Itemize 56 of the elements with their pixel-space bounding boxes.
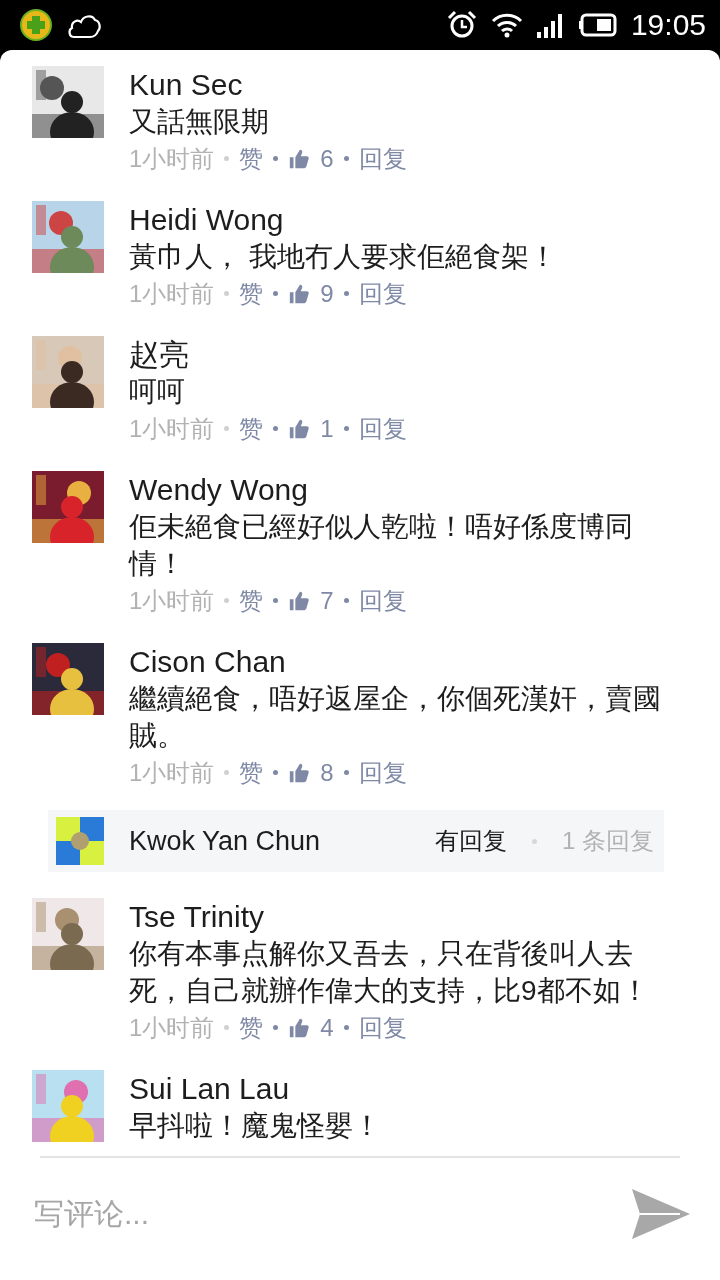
send-icon[interactable] [632,1189,690,1239]
comment-time: 1小时前 [129,413,215,444]
like-count: 6 [320,144,334,173]
comment-input[interactable]: 写评论... [32,1196,632,1232]
commenter-name[interactable]: Sui Lan Lau [129,1070,664,1107]
thumbs-up-icon [288,589,311,612]
reply-count: 1 条回复 [562,826,654,856]
comment-time: 1小时前 [129,278,215,309]
comment-text: 早抖啦！魔鬼怪嬰！ [129,1109,382,1143]
replier-name: Kwok Yan Chun [129,825,322,857]
clock-time: 19:05 [630,8,706,42]
like-link[interactable]: 赞 [239,412,264,445]
commenter-name[interactable]: Kun Sec [129,66,664,103]
reply-link[interactable]: 回复 [358,142,407,175]
like-count: 9 [320,279,334,308]
like-count: 8 [320,758,334,787]
like-link[interactable]: 赞 [239,1011,264,1044]
comment-text: 黃巾人， 我地冇人要求佢絕食架！ [129,240,558,274]
thumbs-up-icon [288,1016,311,1039]
comment-text: 又話無限期 [129,105,270,139]
comment-time: 1小时前 [129,757,215,788]
reply-link[interactable]: 回复 [358,277,407,310]
reply-link[interactable]: 回复 [358,1011,407,1044]
like-link[interactable]: 赞 [239,277,264,310]
plus-badge-icon [20,9,52,41]
comment-time: 1小时前 [129,143,215,174]
comment-text: 你有本事点解你又吾去，只在背後叫人去死，自己就辦作偉大的支持，比9都不如！ [129,937,650,1008]
thumbs-up-icon [288,282,311,305]
signal-icon [536,12,565,38]
comment-time: 1小时前 [129,585,215,616]
comment-text: 呵呵 [129,375,186,409]
commenter-name[interactable]: Heidi Wong [129,201,664,238]
thumbs-up-icon [288,761,311,784]
thumbs-up-icon [288,417,311,440]
reply-link[interactable]: 回复 [358,756,407,789]
reply-preview[interactable]: Kwok Yan Chun 有回复 1 条回复 [48,810,664,872]
reply-link[interactable]: 回复 [358,584,407,617]
like-link[interactable]: 赞 [239,756,264,789]
commenter-name[interactable]: Cison Chan [129,643,664,680]
like-count: 1 [320,414,334,443]
comment-text: 佢未絕食已經好似人乾啦！唔好係度博同情！ [129,510,634,581]
thumbs-up-icon [288,147,311,170]
comment-time: 1小时前 [129,1012,215,1043]
reply-link[interactable]: 回复 [358,412,407,445]
like-count: 4 [320,1013,334,1042]
wifi-icon [490,12,523,38]
commenter-name[interactable]: 赵亮 [129,336,664,373]
commenter-name[interactable]: Wendy Wong [129,471,664,508]
battery-icon [578,13,617,37]
comment-text: 繼續絕食，唔好返屋企，你個死漢奸，賣國賊。 [129,682,662,753]
reply-label: 有回复 [435,826,507,856]
like-link[interactable]: 赞 [239,584,264,617]
like-count: 7 [320,586,334,615]
alarm-icon [446,10,477,40]
commenter-name[interactable]: Tse Trinity [129,898,664,935]
like-link[interactable]: 赞 [239,142,264,175]
